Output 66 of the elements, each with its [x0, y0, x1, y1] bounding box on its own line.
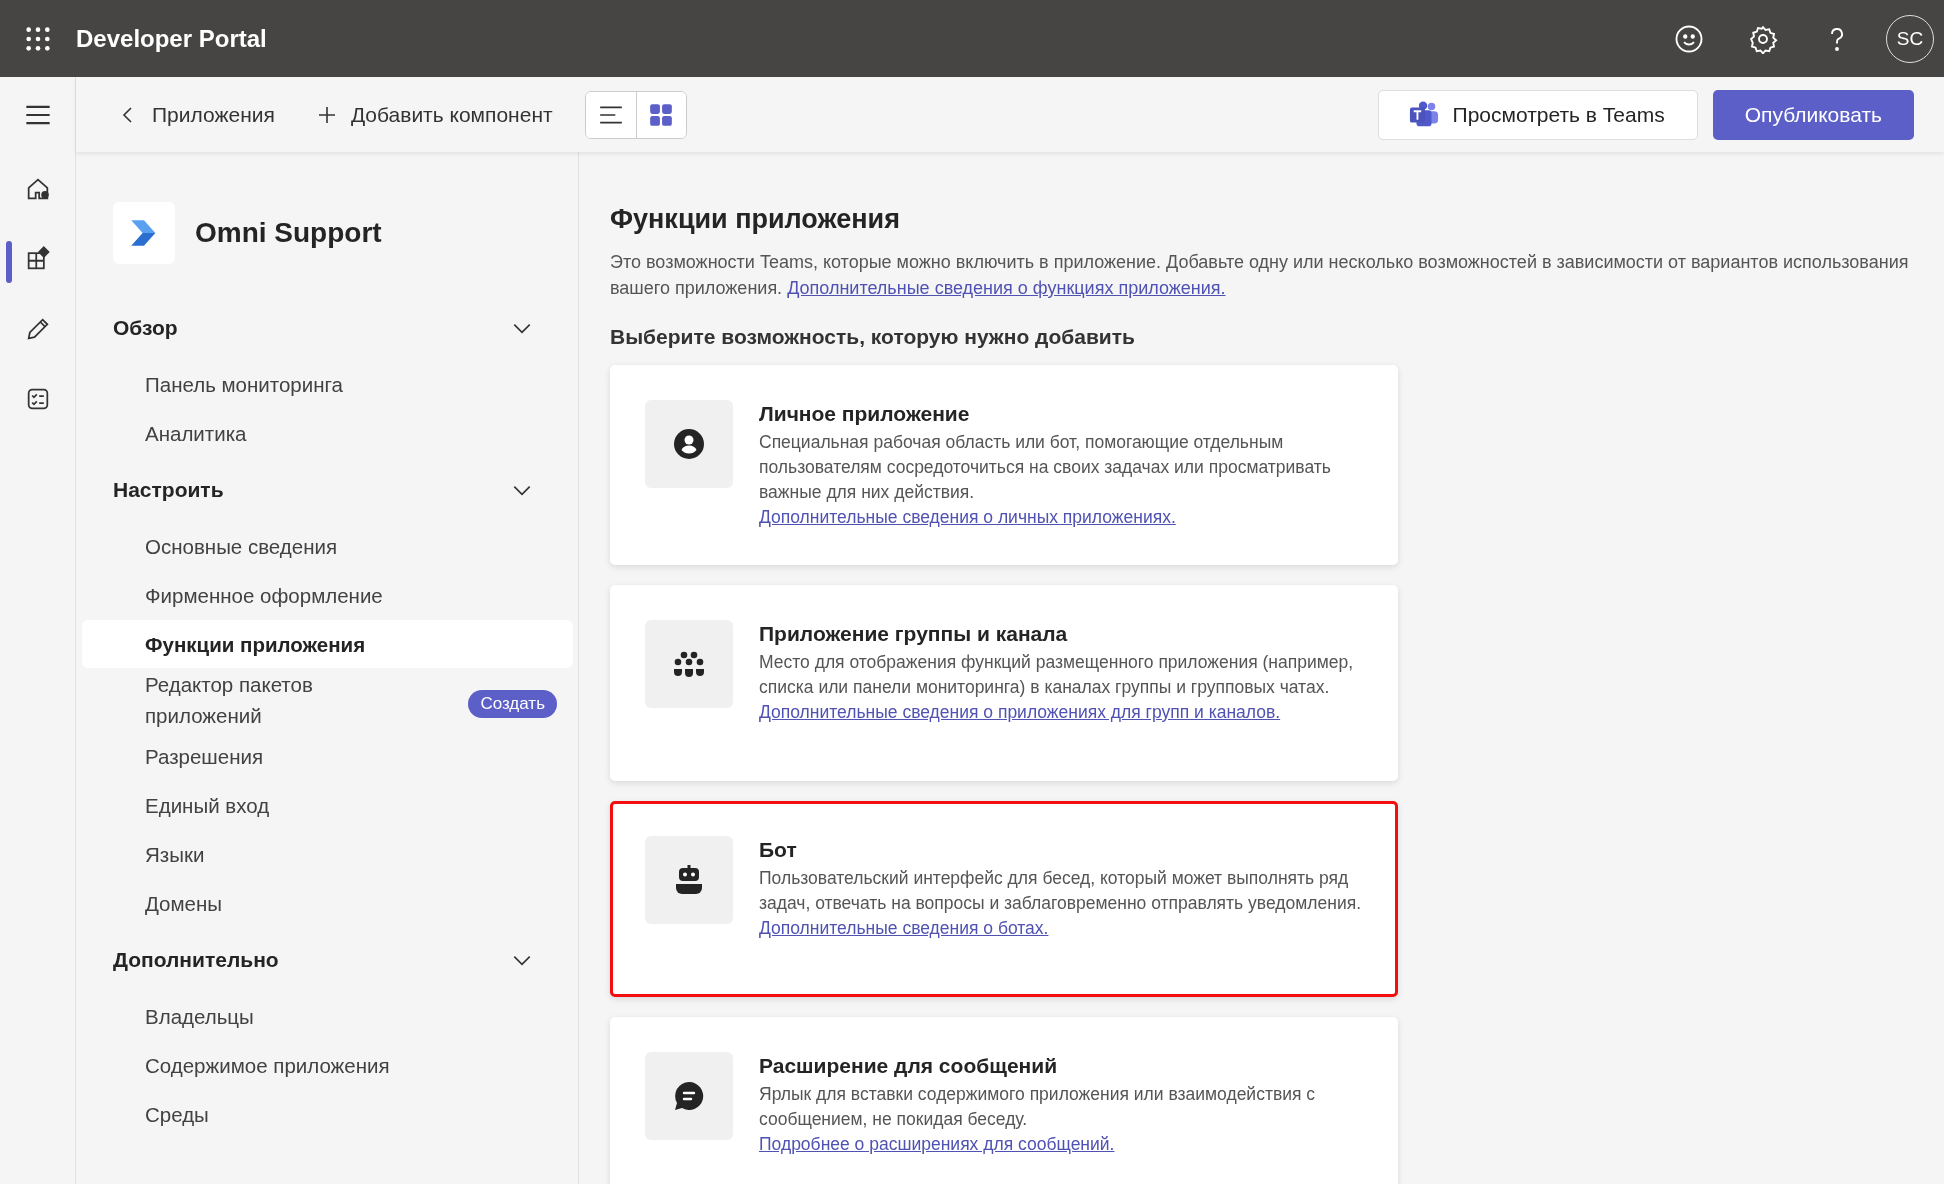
app-launcher-icon[interactable]	[24, 24, 52, 53]
preview-in-teams-button[interactable]: Просмотреть в Teams	[1377, 89, 1698, 140]
nav-item-label: Аналитика	[145, 420, 247, 447]
view-toggle-button[interactable]	[635, 91, 686, 138]
capability-card[interactable]: Расширение для сообщений Ярлык для вставки содержимого приложения или взаимодействия с сообщением, не покидая беседу. Подробнее о расширениях для сообщений.	[610, 1017, 1398, 1184]
card-title: Расширение для сообщений	[759, 1054, 1059, 1078]
page-title: Функции приложения	[610, 204, 901, 235]
chat-icon	[673, 1080, 705, 1112]
nav-section-header[interactable]: Дополнительно	[82, 928, 573, 991]
nav-item[interactable]: Фирменное оформление	[82, 571, 573, 619]
app-title: Developer Portal	[76, 24, 267, 53]
capability-card[interactable]	[610, 365, 1398, 565]
capability-card[interactable]: Бот Пользовательский интерфейс для бесед, который может выполнять ряд задач, отвечать на вопросы и заблаговременно отправлять уведомления. Дополнительные сведения о ботах.	[610, 801, 1398, 997]
nav-item[interactable]: Функции приложения	[82, 620, 573, 668]
nav-item-label: Основные сведения	[145, 533, 338, 560]
nav-item[interactable]: Редактор пакетов приложений Создать	[82, 669, 573, 731]
learn-more-link[interactable]: Дополнительные сведения о приложениях для групп и каналов.	[759, 702, 1281, 722]
nav-item-label: Панель мониторинга	[145, 371, 343, 398]
nav-section-header[interactable]: Настроить	[82, 458, 573, 521]
nav-item[interactable]: Среды	[82, 1090, 573, 1138]
nav-section-header[interactable]: Обзор	[82, 296, 573, 359]
learn-more-link[interactable]: Подробнее о расширениях для сообщений.	[759, 1134, 1115, 1154]
nav-item-label: Владельцы	[145, 1003, 254, 1030]
intro-text: Это возможности Teams, которые можно включить в приложение. Добавьте одну или несколько возможностей в зависимости от вариантов использования вашего приложения. Дополнительные сведения о функциях приложения.	[610, 251, 1910, 300]
nav-item[interactable]: Аналитика	[82, 409, 573, 457]
nav-item-label: Редактор пакетов приложений	[145, 672, 314, 729]
nav-item-label: Фирменное оформление	[145, 582, 383, 609]
learn-more-link[interactable]: Дополнительные сведения о функциях приложения.	[787, 278, 1226, 298]
plus-icon	[316, 104, 337, 125]
section-heading: Выберите возможность, которую нужно добавить	[610, 325, 1136, 349]
card-title: Приложение группы и канала	[759, 622, 1069, 646]
nav-item-label: Единый вход	[145, 792, 270, 819]
nav-item-label: Разрешения	[145, 743, 264, 770]
card-description: Пользовательский интерфейс для бесед, который может выполнять ряд задач, отвечать на вопросы и заблаговременно отправлять уведомления. Дополнительные сведения о ботах.	[759, 867, 1362, 940]
publish-button[interactable]: Опубликовать	[1712, 89, 1914, 140]
card-title: Личное приложение	[759, 402, 971, 426]
smiley-icon[interactable]	[1674, 23, 1704, 54]
app-logo-icon	[113, 202, 175, 264]
nav-item-label: Языки	[145, 841, 205, 868]
nav-item-label: Домены	[145, 890, 223, 917]
capability-card[interactable]	[610, 585, 1398, 781]
learn-more-link[interactable]: Дополнительные сведения о личных приложениях.	[759, 507, 1176, 527]
nav-item[interactable]: Разрешения	[82, 732, 573, 780]
grid-view-icon	[648, 101, 675, 128]
person-icon	[673, 428, 705, 460]
robot-icon	[673, 864, 705, 896]
nav-item[interactable]: Единый вход	[82, 781, 573, 829]
back-link[interactable]: Приложения	[106, 94, 287, 135]
add-component-button[interactable]: Добавить компонент	[304, 94, 565, 135]
nav-item[interactable]: Панель мониторинга	[82, 360, 573, 408]
settings-icon[interactable]	[1748, 23, 1778, 54]
learn-more-link[interactable]: Дополнительные сведения о ботах.	[759, 918, 1049, 938]
card-description: Специальная рабочая область или бот, помогающие отдельным пользователям сосредоточиться на своих задачах или просматривать важные для них действия. Дополнительные сведения о личных приложениях.	[759, 431, 1332, 529]
nav-item-label: Функции приложения	[145, 631, 366, 658]
new-badge: Создать	[468, 690, 557, 718]
card-description: Место для отображения функций размещенного приложения (например, списка или панели мониторинга) в каналах группы и групповых чатах. Дополнительные сведения о приложениях для групп и каналов.	[759, 651, 1355, 724]
nav-item[interactable]: Домены	[82, 879, 573, 927]
nav-item[interactable]: Содержимое приложения	[82, 1041, 573, 1089]
nav-item[interactable]: Основные сведения	[82, 522, 573, 570]
card-description: Ярлык для вставки содержимого приложения или взаимодействия с сообщением, не покидая беседу. Подробнее о расширениях для сообщений.	[759, 1083, 1317, 1156]
app-name: Omni Support	[195, 217, 382, 249]
nav-item-label: Содержимое приложения	[145, 1052, 390, 1079]
nav-item-label: Среды	[145, 1101, 209, 1128]
nav-item[interactable]: Языки	[82, 830, 573, 878]
card-title: Бот	[759, 838, 798, 862]
nav-item[interactable]: Владельцы	[82, 992, 573, 1040]
